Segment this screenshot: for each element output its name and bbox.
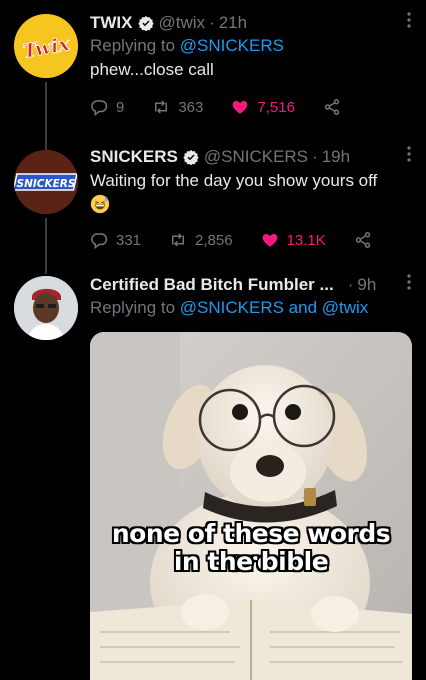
author-name[interactable]: TWIX: [90, 12, 133, 34]
more-options-icon[interactable]: [406, 146, 412, 169]
reply-button[interactable]: 9: [90, 98, 124, 116]
author-name[interactable]: SNICKERS: [90, 146, 178, 168]
reply-button[interactable]: 331: [90, 231, 141, 249]
tweet-actions: 9 363 7,516: [90, 98, 412, 116]
retweet-button[interactable]: 2,856: [169, 231, 233, 249]
share-icon: [355, 232, 370, 248]
replying-to-label: Replying to: [90, 298, 180, 317]
thread-line: [45, 218, 47, 268]
grinning-sweat-emoji-icon: [90, 194, 110, 214]
like-count: 13.1K: [286, 231, 326, 249]
replying-to: Replying to @SNICKERS and @twix: [90, 297, 412, 319]
heart-filled-icon: [262, 234, 277, 247]
like-button[interactable]: 7,516: [231, 98, 295, 116]
snickers-avatar[interactable]: SNICKERS: [14, 150, 78, 214]
thread-line: [45, 140, 47, 150]
verified-badge-icon: [137, 16, 154, 31]
tweet-media-image[interactable]: none of these words are in the bible: [90, 332, 412, 680]
timestamp[interactable]: 9h: [357, 274, 376, 296]
share-icon: [324, 99, 340, 115]
share-button[interactable]: [354, 231, 380, 249]
verified-badge-icon: [183, 150, 199, 165]
thread-line: [45, 268, 47, 274]
tweet-snickers[interactable]: SNICKERS SNICKERS @SNICKERS · 19h Waitin…: [0, 140, 426, 268]
more-options-icon[interactable]: [406, 12, 412, 35]
twix-avatar[interactable]: Twix: [14, 14, 78, 78]
retweet-count: 2,856: [195, 231, 233, 249]
tweet-actions: 331 2,856 13.1K: [90, 231, 412, 249]
reply-count: 9: [116, 98, 125, 116]
snickers-logo: SNICKERS: [14, 150, 78, 214]
author-handle[interactable]: @SNICKERS: [204, 146, 308, 168]
dog-with-glasses-image: [90, 332, 412, 680]
retweet-icon: [172, 233, 185, 247]
twix-logo: Twix: [14, 14, 78, 78]
snickers-logo-text: SNICKERS: [17, 178, 76, 190]
separator-dot: ·: [312, 147, 318, 166]
timestamp[interactable]: 19h: [322, 146, 350, 168]
retweet-count: 363: [178, 98, 204, 116]
meme-caption-line-2: in the bible: [173, 547, 329, 576]
heart-filled-icon: [233, 101, 248, 114]
reply-mention-link[interactable]: @SNICKERS and @twix: [180, 298, 369, 317]
reply-icon: [91, 233, 108, 249]
thread-line: [45, 82, 47, 140]
reply-mention-link[interactable]: @SNICKERS: [180, 36, 284, 55]
like-count: 7,516: [257, 98, 295, 116]
tweet-twix[interactable]: Twix TWIX @twix · 21h Replying to @SNICK…: [0, 0, 426, 140]
tweet-text: Waiting for the day you show yours off: [90, 171, 378, 190]
retweet-button[interactable]: 363: [152, 98, 203, 116]
author-name[interactable]: Certified Bad Bitch Fumbler ...: [90, 274, 334, 296]
replying-to-label: Replying to: [90, 36, 180, 55]
retweet-icon: [155, 100, 168, 114]
replying-to: Replying to @SNICKERS: [90, 35, 412, 57]
user-avatar-photo: [14, 276, 78, 340]
tweet-text: phew...close call: [90, 60, 214, 79]
author-handle[interactable]: @twix: [159, 12, 206, 34]
separator-dot: ·: [209, 13, 215, 32]
more-options-icon[interactable]: [406, 274, 412, 297]
separator-dot: ·: [347, 275, 354, 294]
timestamp[interactable]: 21h: [219, 12, 247, 34]
user-avatar[interactable]: [14, 276, 78, 340]
share-button[interactable]: [323, 98, 349, 116]
reply-icon: [91, 100, 108, 116]
like-button[interactable]: 13.1K: [261, 231, 326, 249]
reply-count: 331: [116, 231, 142, 249]
